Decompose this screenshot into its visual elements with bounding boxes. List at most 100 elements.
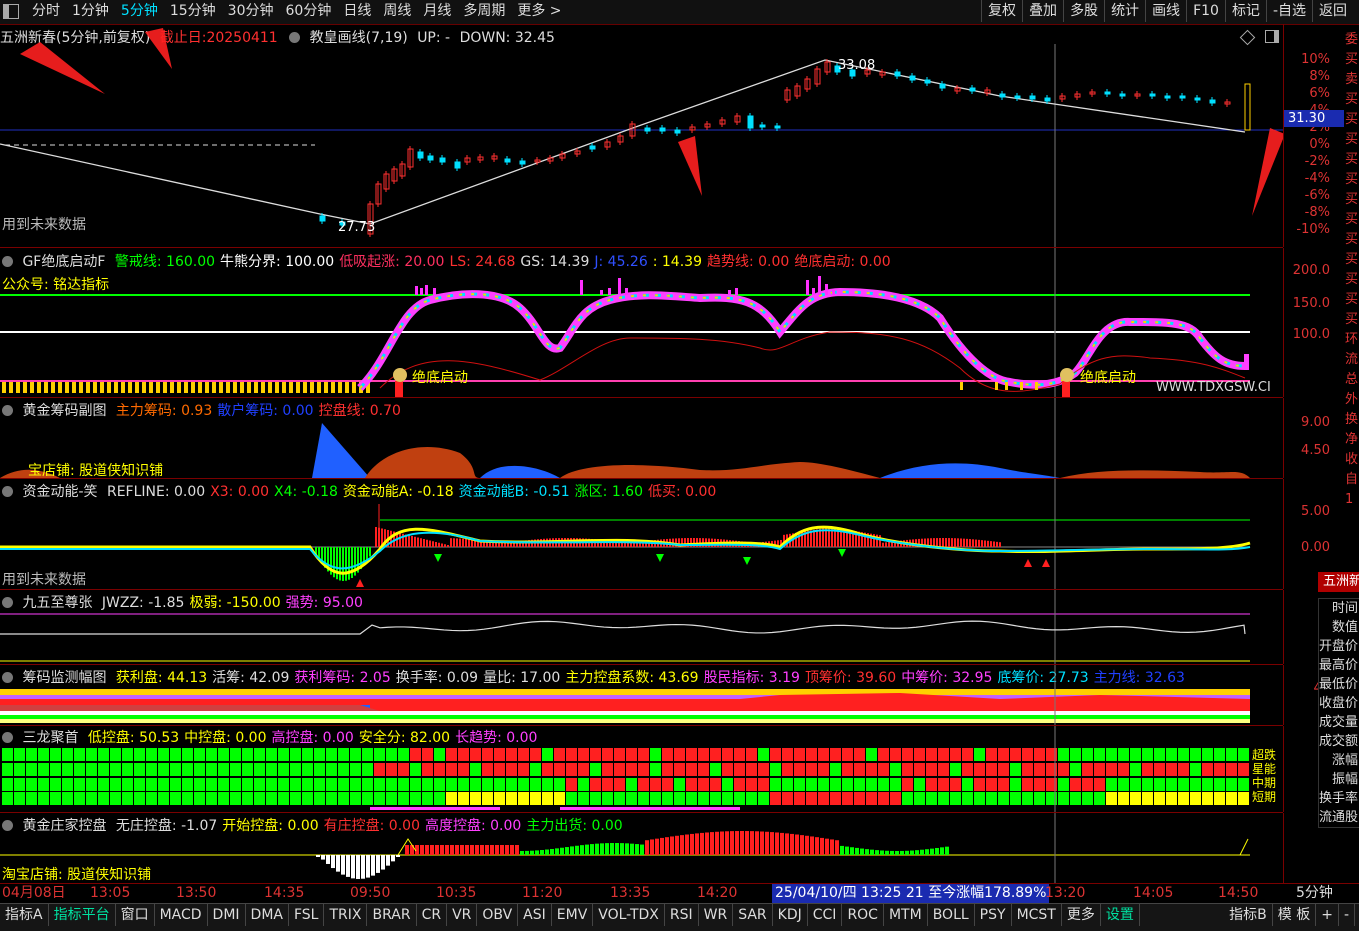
indicator-tab-sar[interactable]: SAR: [733, 904, 773, 926]
period-tab-5[interactable]: 60分钟: [280, 0, 338, 22]
indicator-tab-item[interactable]: 更多: [1062, 904, 1101, 926]
toolbar-button-3[interactable]: 统计: [1104, 0, 1145, 22]
toolbar-button-7[interactable]: -自选: [1265, 0, 1312, 22]
period-tab-4[interactable]: 30分钟: [222, 0, 280, 22]
dragon-cell: [662, 778, 673, 791]
period-tab-9[interactable]: 多周期: [457, 0, 511, 22]
dragon-cell: [578, 748, 589, 761]
toolbar-button-1[interactable]: 叠加: [1022, 0, 1063, 22]
indicator-tab-vr[interactable]: VR: [447, 904, 478, 926]
period-tab-3[interactable]: 15分钟: [164, 0, 222, 22]
banker-bar: [550, 848, 554, 855]
jw-indicator-pane[interactable]: 九五至尊张 JWZZ: -1.85 极弱: -150.00 强势: 95.00: [0, 590, 1283, 665]
period-tab-2[interactable]: 5分钟: [115, 0, 164, 22]
fund-future-note: 用到未来数据: [2, 572, 86, 588]
dragon-cell: [1178, 748, 1189, 761]
indicator-tab-dma[interactable]: DMA: [246, 904, 289, 926]
dragon-marker: [370, 807, 500, 810]
indicator-tab-item[interactable]: 设置: [1101, 904, 1140, 926]
dragon-cell: [1238, 748, 1249, 761]
indicator-tab-asi[interactable]: ASI: [518, 904, 552, 926]
indicator-tab-dmi[interactable]: DMI: [208, 904, 246, 926]
bottom-right-tab-3[interactable]: -: [1339, 904, 1355, 926]
dragon-cell: [1238, 778, 1249, 791]
dragon-cell: [278, 763, 289, 776]
banker-bar: [690, 833, 694, 855]
dragon-cell: [614, 763, 625, 776]
indicator-tab-emv[interactable]: EMV: [552, 904, 594, 926]
axis-tick-label: 5.00: [1301, 504, 1330, 519]
dragon-cell: [242, 792, 253, 805]
dragon-cell: [806, 748, 817, 761]
banker-bar: [630, 843, 634, 855]
window-toggle-icon[interactable]: [3, 4, 19, 19]
bottom-right-tab-0[interactable]: 指标B: [1224, 904, 1273, 926]
indicator-tab-item[interactable]: 窗口: [116, 904, 155, 926]
gf-small-bar: [1020, 382, 1023, 390]
toolbar-button-5[interactable]: F10: [1186, 0, 1225, 22]
side-stock-tag[interactable]: 五洲新: [1318, 572, 1359, 592]
period-tab-0[interactable]: 分时: [26, 0, 66, 22]
gf-base-bar: [86, 382, 90, 393]
period-tab-8[interactable]: 月线: [417, 0, 457, 22]
dragon-cell: [182, 778, 193, 791]
fund-red-bar: [411, 536, 413, 547]
gf-moneybag-icon: [1060, 368, 1074, 382]
dragon-cell: [926, 792, 937, 805]
indicator-tab-fsl[interactable]: FSL: [289, 904, 325, 926]
chip-indicator-pane[interactable]: 黄金筹码副图 主力筹码: 0.93 散户筹码: 0.00 控盘线: 0.70 宝店铺…: [0, 398, 1283, 479]
indicator-tab-obv[interactable]: OBV: [477, 904, 519, 926]
period-tab-1[interactable]: 1分钟: [66, 0, 115, 22]
indicator-tab-kdj[interactable]: KDJ: [773, 904, 808, 926]
indicator-tab-trix[interactable]: TRIX: [324, 904, 368, 926]
toolbar-button-6[interactable]: 标记: [1224, 0, 1266, 22]
dragon-cell: [1070, 763, 1081, 776]
banker-bar: [800, 835, 804, 855]
dragon-cell: [458, 778, 469, 791]
toolbar-button-2[interactable]: 多股: [1063, 0, 1104, 22]
price-chart-pane[interactable]: 五洲新春(5分钟,前复权) 截止日:20250411 教皇画线(7,19) UP…: [0, 24, 1283, 248]
indicator-tab-brar[interactable]: BRAR: [367, 904, 417, 926]
fund-indicator-pane[interactable]: 资金动能-笑 REFLINE: 0.00 X3: 0.00 X4: -0.18 资金动…: [0, 479, 1283, 590]
toolbar-button-8[interactable]: 返回: [1312, 0, 1353, 22]
banker-indicator-pane[interactable]: 黄金庄家控盘 无庄控盘: -1.07 开始控盘: 0.00 有庄控盘: 0.00 高度…: [0, 813, 1283, 883]
gf-small-bar: [960, 382, 963, 390]
dragon-cell: [62, 778, 73, 791]
indicator-tab-mtm[interactable]: MTM: [884, 904, 928, 926]
toolbar-button-0[interactable]: 复权: [981, 0, 1022, 22]
dragon-indicator-pane[interactable]: 三龙聚首 低控盘: 50.53 中控盘: 0.00 高控盘: 0.00 安全分: 82…: [0, 726, 1283, 813]
indicator-tab-psy[interactable]: PSY: [975, 904, 1012, 926]
gf-indicator-pane[interactable]: GF绝底启动F 警戒线: 160.00 牛熊分界: 100.00 低吸起涨: 20.…: [0, 248, 1283, 398]
indicator-tab-vol-tdx[interactable]: VOL-TDX: [593, 904, 665, 926]
indicator-tab-a[interactable]: 指标A: [0, 904, 49, 926]
indicator-tab-mcst[interactable]: MCST: [1012, 904, 1062, 926]
bottom-right-tab-2[interactable]: +: [1316, 904, 1339, 926]
period-tab-10[interactable]: 更多 >: [511, 0, 567, 22]
period-tab-7[interactable]: 周线: [377, 0, 417, 22]
dragon-cell: [878, 778, 889, 791]
jw-chart-svg: [0, 590, 1250, 664]
dragon-cell: [482, 778, 493, 791]
indicator-tab-cci[interactable]: CCI: [808, 904, 843, 926]
dragon-cell: [1094, 792, 1105, 805]
period-tab-6[interactable]: 日线: [337, 0, 377, 22]
indicator-tab-wr[interactable]: WR: [699, 904, 734, 926]
fund-red-bar: [504, 542, 506, 547]
banker-bar: [540, 850, 544, 855]
bottom-right-tab-1[interactable]: 模 板: [1273, 904, 1317, 926]
indicator-tab-boll[interactable]: BOLL: [928, 904, 975, 926]
indicator-tab-roc[interactable]: ROC: [842, 904, 884, 926]
dragon-grid-svg: [2, 726, 1249, 812]
fund-red-bar: [885, 542, 887, 547]
indicator-tab-item[interactable]: 指标平台: [49, 904, 116, 926]
indicator-tab-macd[interactable]: MACD: [155, 904, 208, 926]
toolbar-button-4[interactable]: 画线: [1145, 0, 1186, 22]
indicator-tab-cr[interactable]: CR: [417, 904, 448, 926]
monitor-indicator-pane[interactable]: 筹码监测幅图 获利盘: 44.13 活筹: 42.09 获利筹码: 2.05 换手率:…: [0, 665, 1283, 726]
dragon-cell: [470, 748, 481, 761]
banker-white-bar: [366, 855, 370, 878]
dragon-cell: [1130, 748, 1141, 761]
banker-bar: [900, 850, 904, 855]
indicator-tab-rsi[interactable]: RSI: [665, 904, 699, 926]
dragon-cell: [110, 763, 121, 776]
